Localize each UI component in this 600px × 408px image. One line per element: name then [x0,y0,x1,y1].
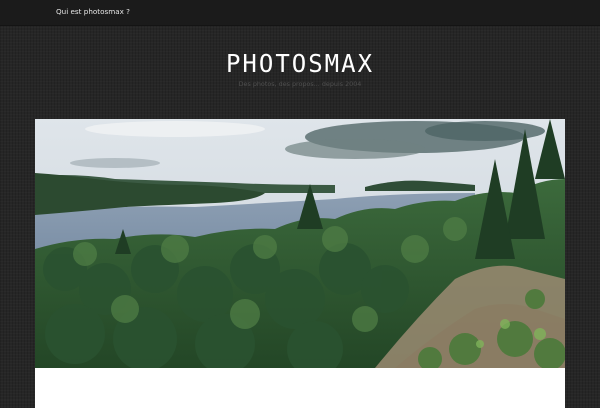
top-navigation-bar: Qui est photosmax ? [0,0,600,26]
featured-landscape-photo[interactable] [35,119,565,368]
landscape-image [35,119,565,368]
site-tagline: Des photos, des propos... depuis 2004 [238,80,362,88]
post-content-card [35,368,565,408]
nav-link-about[interactable]: Qui est photosmax ? [56,7,130,16]
site-title[interactable]: PHOTOSMAX [0,50,600,79]
